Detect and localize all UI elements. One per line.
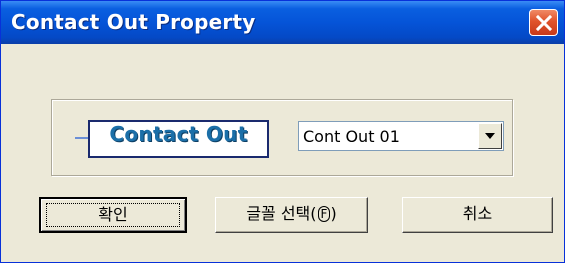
select-font-paren-open: ( [310,204,317,223]
preview-text: Contact Out [109,122,248,146]
contact-out-property-dialog: Contact Out Property Contact Out Cont Ou… [0,0,565,263]
select-font-paren-close: ) [330,204,337,223]
close-button[interactable] [529,9,558,36]
chevron-down-icon [485,133,495,139]
cancel-button-label: 취소 [462,204,493,223]
preview-leader-line [75,137,89,139]
window-title: Contact Out Property [11,10,256,34]
ok-button[interactable]: 확인 [39,197,187,233]
select-font-button-label: 글꼴 선택 [246,204,311,223]
ok-button-label: 확인 [98,205,128,224]
style-select-dropdown-button[interactable] [478,123,502,149]
style-select-value: Cont Out 01 [303,127,400,146]
cancel-button[interactable]: 취소 [402,197,553,233]
select-font-button[interactable]: 글꼴 선택(F) [215,197,368,233]
close-icon [535,14,553,32]
style-select[interactable]: Cont Out 01 [298,121,504,151]
contact-out-preview: Contact Out [88,120,269,158]
title-bar[interactable]: Contact Out Property [1,1,564,44]
select-font-mnemonic: F [317,206,331,222]
